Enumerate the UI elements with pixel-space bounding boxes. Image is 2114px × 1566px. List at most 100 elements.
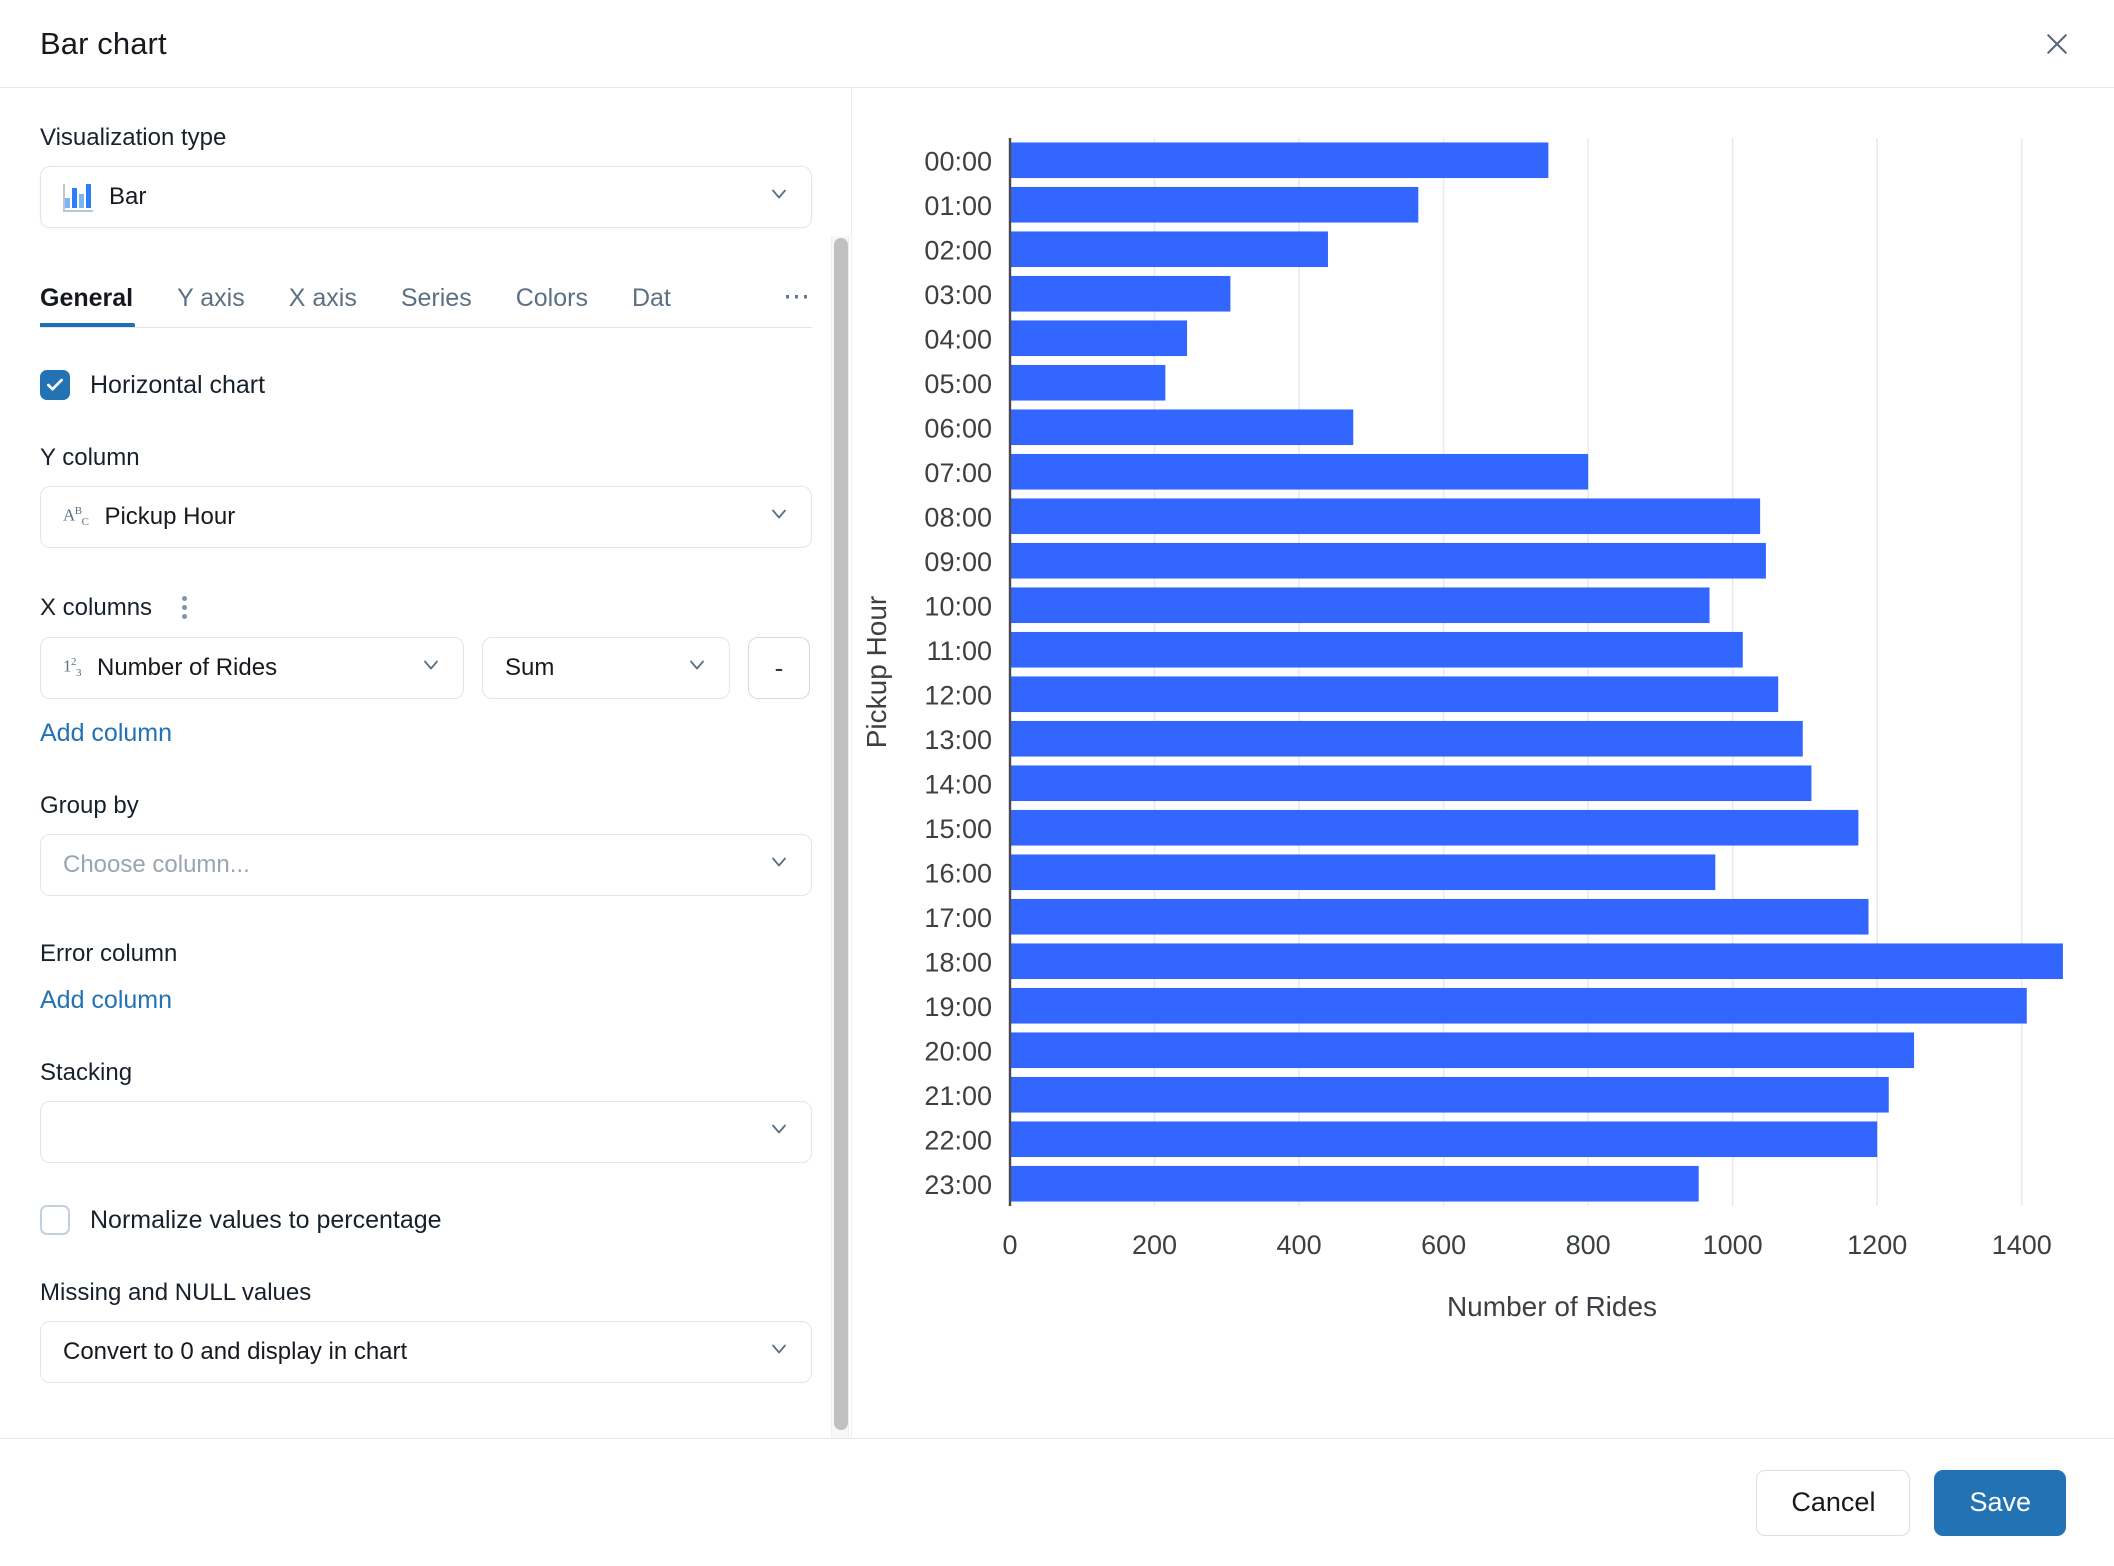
tab-data-labels[interactable]: Dat bbox=[632, 284, 671, 327]
x-tick-label: 200 bbox=[1132, 1230, 1177, 1260]
normalize-label: Normalize values to percentage bbox=[90, 1205, 442, 1234]
modal-body: Visualization type Bar General Y axis X … bbox=[0, 88, 2114, 1438]
close-icon[interactable] bbox=[2034, 21, 2080, 67]
cancel-button[interactable]: Cancel bbox=[1756, 1469, 1911, 1536]
bar[interactable] bbox=[1010, 854, 1716, 891]
y-tick-label: 00:00 bbox=[924, 146, 992, 176]
y-tick-label: 09:00 bbox=[924, 547, 992, 577]
y-tick-label: 21:00 bbox=[924, 1081, 992, 1111]
x-tick-label: 400 bbox=[1277, 1230, 1322, 1260]
add-error-column-link[interactable]: Add column bbox=[40, 986, 172, 1015]
tab-y-axis[interactable]: Y axis bbox=[177, 284, 245, 327]
y-tick-label: 15:00 bbox=[924, 814, 992, 844]
y-tick-label: 03:00 bbox=[924, 280, 992, 310]
y-column-select[interactable]: ABC Pickup Hour bbox=[40, 486, 812, 548]
y-tick-label: 22:00 bbox=[924, 1125, 992, 1155]
bar[interactable] bbox=[1010, 631, 1743, 668]
bar[interactable] bbox=[1010, 1032, 1915, 1069]
group-by-placeholder: Choose column... bbox=[63, 851, 250, 878]
bar[interactable] bbox=[1010, 809, 1859, 846]
x-columns-header: X columns bbox=[40, 592, 812, 623]
chevron-down-icon bbox=[767, 850, 791, 881]
bar[interactable] bbox=[1010, 987, 2027, 1024]
group-by-label: Group by bbox=[40, 792, 139, 819]
bar[interactable] bbox=[1010, 676, 1779, 713]
normalize-row: Normalize values to percentage bbox=[40, 1205, 812, 1235]
bar[interactable] bbox=[1010, 765, 1812, 802]
bar[interactable] bbox=[1010, 1165, 1699, 1202]
bar[interactable] bbox=[1010, 142, 1549, 179]
y-tick-label: 07:00 bbox=[924, 458, 992, 488]
remove-x-column-button[interactable]: - bbox=[748, 637, 810, 699]
missing-null-select[interactable]: Convert to 0 and display in chart bbox=[40, 1321, 812, 1383]
y-tick-label: 14:00 bbox=[924, 769, 992, 799]
y-tick-label: 02:00 bbox=[924, 235, 992, 265]
x-column-select[interactable]: 123 Number of Rides bbox=[40, 637, 464, 699]
tab-series[interactable]: Series bbox=[401, 284, 472, 327]
x-tick-label: 1200 bbox=[1847, 1230, 1907, 1260]
bar[interactable] bbox=[1010, 364, 1166, 401]
settings-scrollbar-thumb[interactable] bbox=[834, 238, 848, 1430]
y-tick-label: 23:00 bbox=[924, 1170, 992, 1200]
chevron-down-icon bbox=[419, 653, 443, 684]
visualization-type-select[interactable]: Bar bbox=[40, 166, 812, 228]
stacking-select[interactable] bbox=[40, 1101, 812, 1163]
tabs-overflow-icon[interactable]: ⋯ bbox=[783, 276, 812, 316]
bar[interactable] bbox=[1010, 587, 1710, 624]
modal-footer: Cancel Save bbox=[0, 1438, 2114, 1566]
missing-null-value: Convert to 0 and display in chart bbox=[63, 1338, 408, 1365]
bar-chart-icon bbox=[63, 182, 93, 212]
stacking-label: Stacking bbox=[40, 1059, 133, 1086]
horizontal-chart-row: Horizontal chart bbox=[40, 370, 812, 400]
bar[interactable] bbox=[1010, 453, 1589, 490]
horizontal-chart-checkbox[interactable] bbox=[40, 370, 70, 400]
bar[interactable] bbox=[1010, 320, 1188, 357]
y-tick-label: 16:00 bbox=[924, 858, 992, 888]
bar[interactable] bbox=[1010, 1121, 1878, 1158]
tab-x-axis[interactable]: X axis bbox=[289, 284, 357, 327]
bar[interactable] bbox=[1010, 1076, 1889, 1113]
bar[interactable] bbox=[1010, 720, 1803, 757]
bar[interactable] bbox=[1010, 498, 1761, 535]
bar[interactable] bbox=[1010, 275, 1231, 312]
bar[interactable] bbox=[1010, 231, 1328, 268]
x-columns-options-icon[interactable] bbox=[174, 592, 195, 623]
x-tick-label: 0 bbox=[1002, 1230, 1017, 1260]
y-tick-label: 12:00 bbox=[924, 680, 992, 710]
horizontal-chart-label: Horizontal chart bbox=[90, 370, 266, 399]
x-aggregation-select[interactable]: Sum bbox=[482, 637, 730, 699]
tab-general[interactable]: General bbox=[40, 284, 136, 327]
chevron-down-icon bbox=[767, 182, 791, 213]
save-button[interactable]: Save bbox=[1934, 1469, 2066, 1536]
chart-pane: 00:00 01:00 02:00 03:00 04:00 05:00 06:00 07:00… bbox=[852, 88, 2114, 1438]
y-tick-label: 06:00 bbox=[924, 413, 992, 443]
y-tick-label: 10:00 bbox=[924, 591, 992, 621]
bar[interactable] bbox=[1010, 943, 2063, 980]
add-x-column-link[interactable]: Add column bbox=[40, 719, 172, 748]
y-tick-label: 11:00 bbox=[926, 636, 992, 666]
y-tick-label: 13:00 bbox=[924, 725, 992, 755]
modal-header: Bar chart bbox=[0, 0, 2114, 88]
chevron-down-icon bbox=[685, 653, 709, 684]
settings-scrollbar[interactable] bbox=[831, 236, 849, 1438]
y-tick-label: 17:00 bbox=[924, 903, 992, 933]
group-by-select[interactable]: Choose column... bbox=[40, 834, 812, 896]
visualization-type-label: Visualization type bbox=[40, 124, 227, 151]
normalize-checkbox[interactable] bbox=[40, 1205, 70, 1235]
bar-chart[interactable]: 00:00 01:00 02:00 03:00 04:00 05:00 06:00 07:00… bbox=[852, 88, 2114, 1438]
abc-text-type-icon: ABC bbox=[63, 504, 89, 529]
x-tick-label: 800 bbox=[1566, 1230, 1611, 1260]
bar[interactable] bbox=[1010, 898, 1869, 935]
settings-panel: Visualization type Bar General Y axis X … bbox=[0, 88, 852, 1438]
bar[interactable] bbox=[1010, 186, 1419, 223]
bar[interactable] bbox=[1010, 409, 1354, 446]
y-tick-label: 05:00 bbox=[924, 369, 992, 399]
bar[interactable] bbox=[1010, 542, 1766, 579]
x-axis-title: Number of Rides bbox=[1447, 1291, 1657, 1322]
x-column-row: 123 Number of Rides Sum - bbox=[40, 637, 812, 699]
x-aggregation-value: Sum bbox=[505, 654, 555, 681]
tab-colors[interactable]: Colors bbox=[516, 284, 588, 327]
x-columns-label: X columns bbox=[40, 593, 153, 621]
x-tick-label: 600 bbox=[1421, 1230, 1466, 1260]
y-column-label: Y column bbox=[40, 444, 140, 471]
